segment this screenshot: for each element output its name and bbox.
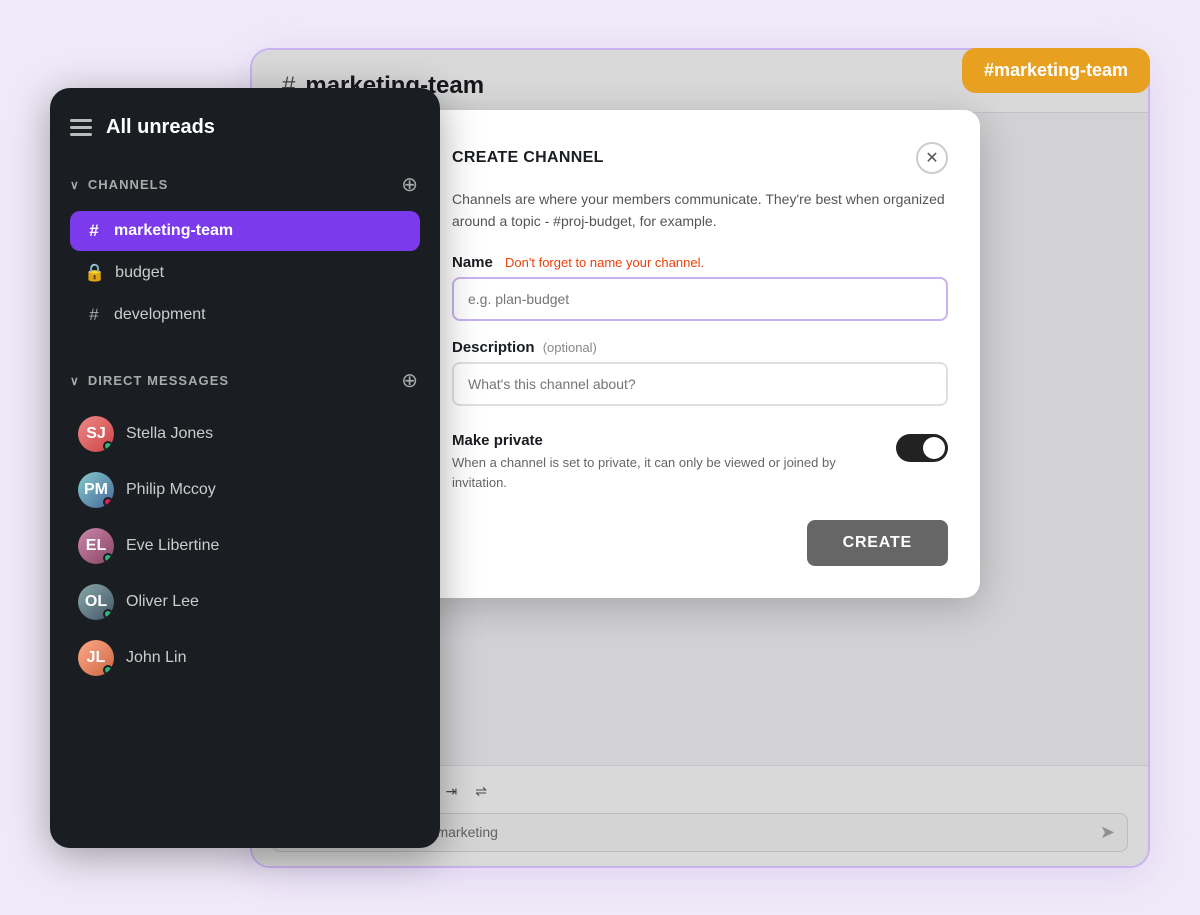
avatar-eve: EL <box>78 528 114 564</box>
toggle-knob <box>923 437 945 459</box>
dm-item-john[interactable]: JL John Lin <box>70 631 420 685</box>
create-channel-modal: CREATE CHANNEL ✕ Channels are where your… <box>420 110 980 599</box>
channel-item-marketing-team[interactable]: # marketing-team <box>70 211 420 251</box>
dm-item-philip[interactable]: PM Philip Mccoy <box>70 463 420 517</box>
channels-label: ∨ CHANNELS <box>70 177 168 192</box>
channels-chevron-icon[interactable]: ∨ <box>70 178 80 192</box>
make-private-row: Make private When a channel is set to pr… <box>452 432 948 492</box>
sidebar-title: All unreads <box>106 116 215 139</box>
make-private-desc: When a channel is set to private, it can… <box>452 453 880 492</box>
make-private-title: Make private <box>452 432 880 449</box>
status-dot-philip <box>103 497 113 507</box>
modal-description: Channels are where your members communic… <box>452 188 948 233</box>
dm-item-stella[interactable]: SJ Stella Jones <box>70 407 420 461</box>
modal-footer: CREATE <box>452 520 948 566</box>
channels-section-header: ∨ CHANNELS ⊕ <box>70 167 420 203</box>
create-channel-button[interactable]: CREATE <box>807 520 948 566</box>
add-dm-button[interactable]: ⊕ <box>399 369 420 393</box>
private-toggle[interactable] <box>896 434 948 462</box>
hash-icon-dev: # <box>84 305 104 325</box>
avatar-john: JL <box>78 640 114 676</box>
channel-desc-input[interactable] <box>452 362 948 406</box>
dm-item-oliver[interactable]: OL Oliver Lee <box>70 575 420 629</box>
avatar-stella: SJ <box>78 416 114 452</box>
make-private-text: Make private When a channel is set to pr… <box>452 432 880 492</box>
channel-item-development[interactable]: # development <box>70 295 420 335</box>
hamburger-icon[interactable] <box>70 119 92 136</box>
channel-tag: #marketing-team <box>962 48 1150 93</box>
status-dot-stella <box>103 441 113 451</box>
avatar-oliver: OL <box>78 584 114 620</box>
modal-header: CREATE CHANNEL ✕ <box>452 142 948 174</box>
dm-section-header: ∨ DIRECT MESSAGES ⊕ <box>70 363 420 399</box>
status-dot-eve <box>103 553 113 563</box>
dm-chevron-icon[interactable]: ∨ <box>70 374 80 388</box>
modal-title: CREATE CHANNEL <box>452 149 604 167</box>
desc-field-label: Description (optional) <box>452 339 948 356</box>
status-dot-oliver <box>103 609 113 619</box>
channel-item-budget[interactable]: 🔒 budget <box>70 253 420 293</box>
modal-close-button[interactable]: ✕ <box>916 142 948 174</box>
channel-name-input[interactable] <box>452 277 948 321</box>
add-channel-button[interactable]: ⊕ <box>399 173 420 197</box>
name-field-label: Name Don't forget to name your channel. <box>452 254 948 271</box>
avatar-philip: PM <box>78 472 114 508</box>
name-error-hint: Don't forget to name your channel. <box>505 255 704 270</box>
sidebar-header: All unreads <box>70 116 420 139</box>
lock-icon: 🔒 <box>84 263 105 283</box>
sidebar: All unreads ∨ CHANNELS ⊕ # marketing-tea… <box>50 88 440 848</box>
hash-icon: # <box>84 221 104 241</box>
status-dot-john <box>103 665 113 675</box>
dm-item-eve[interactable]: EL Eve Libertine <box>70 519 420 573</box>
dm-label: ∨ DIRECT MESSAGES <box>70 373 229 388</box>
